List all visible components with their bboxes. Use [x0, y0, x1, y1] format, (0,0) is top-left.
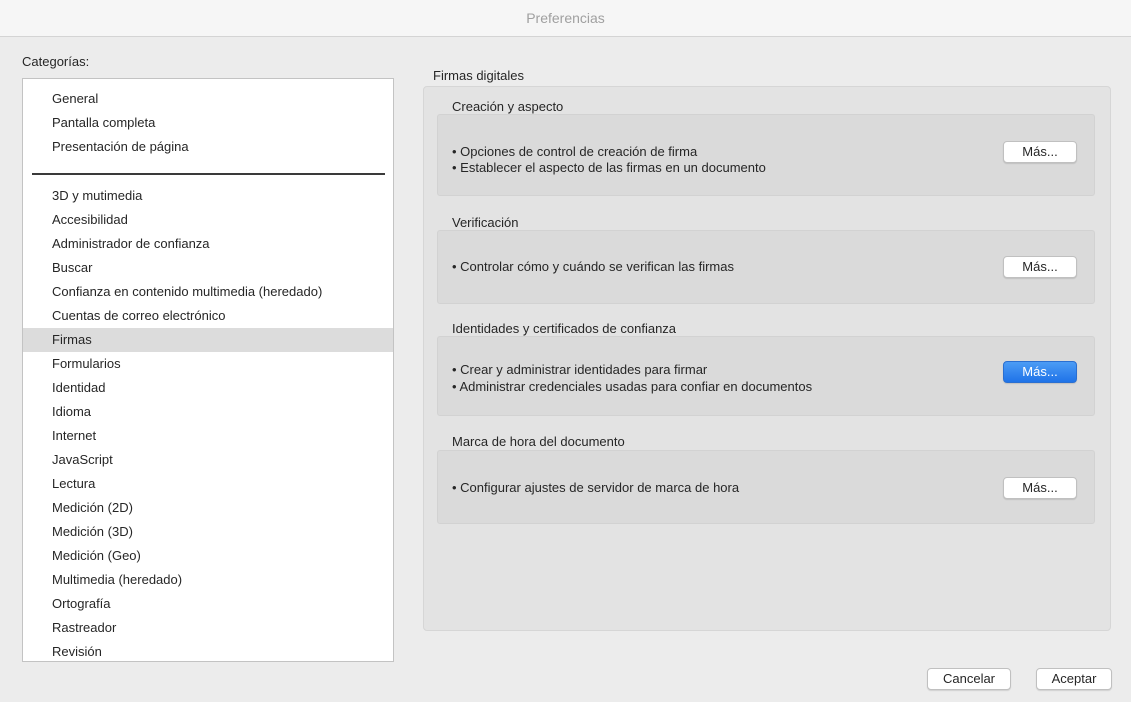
category-item-presentacion-de-pagina[interactable]: Presentación de página: [23, 135, 393, 159]
category-item-identidad[interactable]: Identidad: [23, 376, 393, 400]
group-title-creacion: Creación y aspecto: [452, 99, 564, 114]
more-button-creacion[interactable]: Más...: [1003, 141, 1077, 163]
category-item-medicion-3d[interactable]: Medición (3D): [23, 520, 393, 544]
category-item-3d-multimedia[interactable]: 3D y mutimedia: [23, 184, 393, 208]
more-button-verificacion[interactable]: Más...: [1003, 256, 1077, 278]
bullet-marca-de-hora-1: • Configurar ajustes de servidor de marc…: [452, 480, 740, 495]
category-item-medicion-geo[interactable]: Medición (Geo): [23, 544, 393, 568]
category-item-medicion-2d[interactable]: Medición (2D): [23, 496, 393, 520]
category-item-multimedia-heredado[interactable]: Multimedia (heredado): [23, 568, 393, 592]
more-button-marca-de-hora[interactable]: Más...: [1003, 477, 1077, 499]
bullet-identidades-2: • Administrar credenciales usadas para c…: [452, 379, 813, 394]
categories-list[interactable]: General Pantalla completa Presentación d…: [22, 78, 394, 662]
category-item-rastreador[interactable]: Rastreador: [23, 616, 393, 640]
bullet-identidades-1: • Crear y administrar identidades para f…: [452, 362, 708, 377]
category-separator: [32, 173, 385, 175]
category-item-internet[interactable]: Internet: [23, 424, 393, 448]
bullet-verificacion-1: • Controlar cómo y cuándo se verifican l…: [452, 259, 734, 274]
window-title: Preferencias: [526, 10, 605, 26]
category-item-javascript[interactable]: JavaScript: [23, 448, 393, 472]
category-item-general[interactable]: General: [23, 87, 393, 111]
accept-button[interactable]: Aceptar: [1036, 668, 1112, 690]
category-item-confianza-multimedia[interactable]: Confianza en contenido multimedia (hered…: [23, 280, 393, 304]
group-title-identidades: Identidades y certificados de confianza: [452, 321, 677, 336]
category-item-administrador-de-confianza[interactable]: Administrador de confianza: [23, 232, 393, 256]
title-bar: Preferencias: [0, 0, 1131, 37]
categories-label: Categorías:: [22, 54, 90, 69]
category-item-accesibilidad[interactable]: Accesibilidad: [23, 208, 393, 232]
category-item-idioma[interactable]: Idioma: [23, 400, 393, 424]
category-item-revision[interactable]: Revisión: [23, 640, 393, 661]
cancel-button[interactable]: Cancelar: [927, 668, 1011, 690]
category-item-lectura[interactable]: Lectura: [23, 472, 393, 496]
group-title-verificacion: Verificación: [452, 215, 519, 230]
category-item-cuentas-de-correo[interactable]: Cuentas de correo electrónico: [23, 304, 393, 328]
panel-title: Firmas digitales: [433, 68, 525, 83]
category-item-firmas[interactable]: Firmas: [23, 328, 393, 352]
category-item-formularios[interactable]: Formularios: [23, 352, 393, 376]
more-button-identidades[interactable]: Más...: [1003, 361, 1077, 383]
category-item-pantalla-completa[interactable]: Pantalla completa: [23, 111, 393, 135]
bullet-creacion-1: • Opciones de control de creación de fir…: [452, 144, 698, 159]
group-title-marca-de-hora: Marca de hora del documento: [452, 434, 625, 449]
category-item-ortografia[interactable]: Ortografía: [23, 592, 393, 616]
bullet-creacion-2: • Establecer el aspecto de las firmas en…: [452, 160, 766, 175]
category-item-buscar[interactable]: Buscar: [23, 256, 393, 280]
